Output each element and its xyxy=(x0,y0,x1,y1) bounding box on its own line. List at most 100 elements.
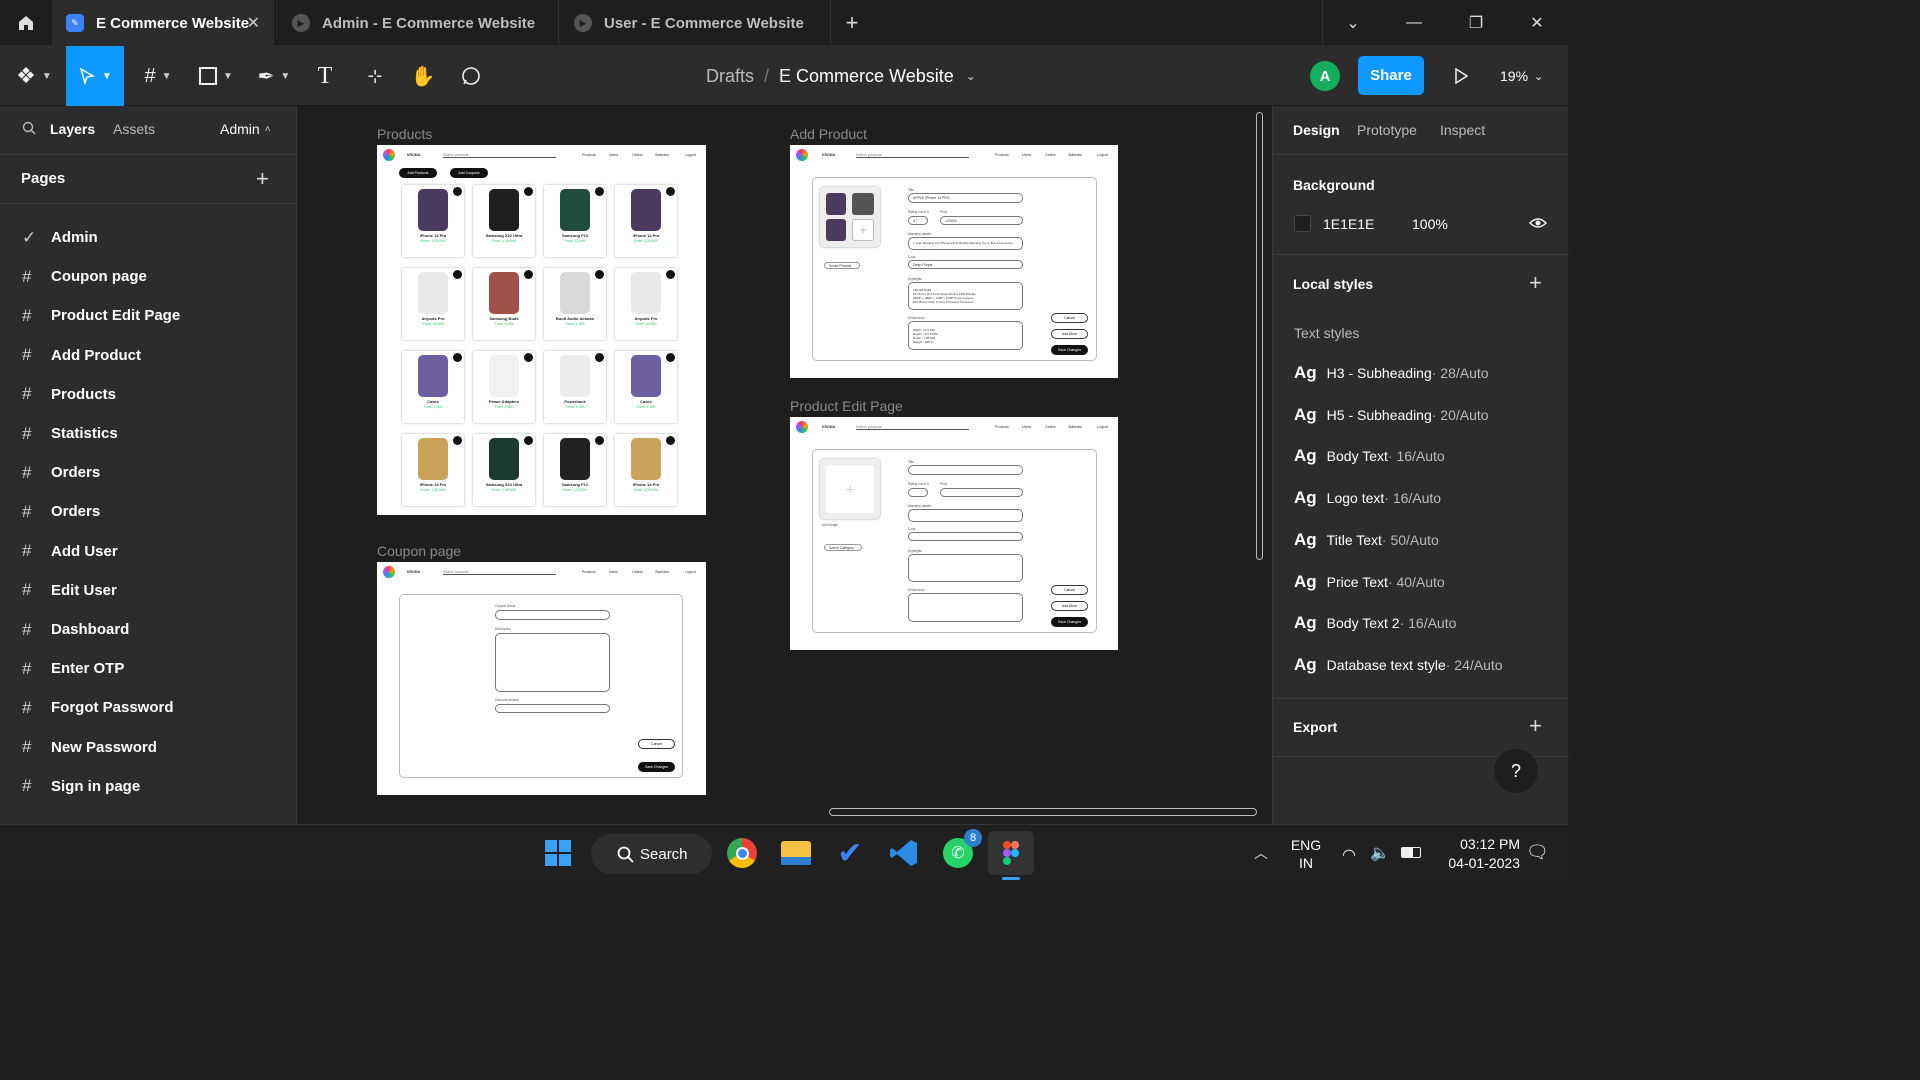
page-item[interactable]: # Product Edit Page xyxy=(0,296,296,335)
chrome-icon[interactable] xyxy=(722,833,762,873)
page-item[interactable]: # Orders xyxy=(0,492,296,531)
text-style-item[interactable]: Ag Logo text · 16/Auto xyxy=(1294,488,1441,508)
tab-prototype[interactable]: Prototype xyxy=(1357,122,1417,138)
page-switcher[interactable]: Admin ˄ xyxy=(220,121,271,137)
tab-user[interactable]: ▶ User - E Commerce Website xyxy=(560,0,830,46)
text-style-item[interactable]: Ag Body Text 2 · 16/Auto xyxy=(1294,613,1456,633)
frame-product-edit[interactable]: KROMA Search products Products Users Ord… xyxy=(790,417,1118,650)
frame-label-coupon[interactable]: Coupon page xyxy=(377,543,461,559)
zoom-dropdown[interactable]: 19% ⌄ xyxy=(1500,46,1543,106)
hand-tool-button[interactable]: ✋ xyxy=(404,46,442,106)
background-swatch[interactable] xyxy=(1294,215,1311,232)
windows-start-icon[interactable] xyxy=(538,833,578,873)
tab-inspect[interactable]: Inspect xyxy=(1440,122,1485,138)
language-indicator[interactable]: ENG IN xyxy=(1290,836,1322,872)
frame-add-product[interactable]: KROMA Search products Products Users Ord… xyxy=(790,145,1118,378)
wifi-icon[interactable]: ◠ xyxy=(1342,845,1356,865)
coupon-save-button: Save Changes xyxy=(638,762,675,772)
page-item[interactable]: # Dashboard xyxy=(0,610,296,649)
pen-tool-button[interactable]: ✒ ▼ xyxy=(248,46,300,106)
add-style-plus-icon[interactable]: + xyxy=(1529,270,1542,296)
frame-products[interactable]: KROMA Search products Products Users Ord… xyxy=(377,145,706,515)
add-page-plus-icon[interactable]: + xyxy=(256,166,269,192)
close-tab-icon[interactable]: ✕ xyxy=(247,13,260,33)
text-style-item[interactable]: Ag H3 - Subheading · 28/Auto xyxy=(1294,363,1489,383)
tab-e-commerce-website[interactable]: ✎ E Commerce Website ✕ xyxy=(52,0,274,46)
page-item[interactable]: # Products xyxy=(0,375,296,414)
frame-label-product-edit[interactable]: Product Edit Page xyxy=(790,398,903,414)
figma-app-icon[interactable] xyxy=(988,831,1034,875)
main-menu-button[interactable]: ❖ ▼ xyxy=(6,46,62,106)
share-button[interactable]: Share xyxy=(1358,56,1424,95)
chevron-down-icon[interactable]: ⌄ xyxy=(966,69,976,83)
whatsapp-icon[interactable]: ✆ 8 xyxy=(938,829,982,873)
canvas[interactable]: Products KROMA Search products Products … xyxy=(297,106,1272,824)
page-item[interactable]: # Enter OTP xyxy=(0,649,296,688)
product-name: Cases xyxy=(640,399,652,404)
file-explorer-icon[interactable] xyxy=(776,833,816,873)
add-export-plus-icon[interactable]: + xyxy=(1529,713,1542,739)
page-item[interactable]: # Add Product xyxy=(0,336,296,375)
frame-coupon[interactable]: KROMA Search products Products Users Ord… xyxy=(377,562,706,795)
search-icon[interactable] xyxy=(22,121,36,138)
eye-icon[interactable] xyxy=(1528,216,1548,235)
help-button[interactable]: ? xyxy=(1494,749,1538,793)
mini-nav-link: Orders xyxy=(632,153,643,157)
page-item[interactable]: # Edit User xyxy=(0,571,296,610)
language-code: ENG xyxy=(1290,837,1322,853)
chevron-up-icon[interactable]: ︿ xyxy=(1254,843,1268,863)
present-play-icon[interactable] xyxy=(1448,46,1474,106)
file-name[interactable]: E Commerce Website xyxy=(779,66,954,87)
home-icon[interactable] xyxy=(0,0,52,46)
highlight-line: A16 Bionic Chip, 6 Core Processor Proces… xyxy=(913,300,974,304)
battery-icon[interactable] xyxy=(1401,847,1421,858)
frame-tool-button[interactable]: # ▼ xyxy=(132,46,184,106)
shape-tool-button[interactable]: ▼ xyxy=(190,46,242,106)
clock[interactable]: 03:12 PM 04-01-2023 xyxy=(1436,835,1520,873)
breadcrumb-drafts[interactable]: Drafts xyxy=(706,66,754,87)
move-tool-button[interactable]: ▼ xyxy=(66,46,124,106)
horizontal-scrollbar[interactable] xyxy=(829,808,1257,816)
text-style-item[interactable]: Ag Database text style · 24/Auto xyxy=(1294,655,1503,675)
vertical-scrollbar[interactable] xyxy=(1256,112,1263,560)
page-item[interactable]: # Orders xyxy=(0,453,296,492)
close-window-icon[interactable]: ✕ xyxy=(1507,0,1567,46)
page-item[interactable]: # Add User xyxy=(0,532,296,571)
text-tool-button[interactable]: T xyxy=(306,46,344,106)
background-opacity[interactable]: 100% xyxy=(1412,216,1448,232)
page-item[interactable]: # Coupon page xyxy=(0,257,296,296)
tab-design[interactable]: Design xyxy=(1293,122,1340,138)
resources-button[interactable]: ⊹ xyxy=(356,46,394,106)
tab-admin[interactable]: ▶ Admin - E Commerce Website xyxy=(278,0,558,46)
avatar[interactable]: A xyxy=(1310,61,1340,91)
rectangle-icon xyxy=(199,67,218,85)
restore-icon[interactable]: ❐ xyxy=(1446,0,1506,46)
volume-icon[interactable]: 🔈 xyxy=(1370,843,1390,863)
page-item[interactable]: ✓ Admin xyxy=(0,218,296,257)
text-style-item[interactable]: Ag Title Text · 50/Auto xyxy=(1294,530,1439,550)
page-item[interactable]: # New Password xyxy=(0,728,296,767)
minimize-icon[interactable]: — xyxy=(1384,0,1444,46)
page-item[interactable]: # Forgot Password xyxy=(0,688,296,727)
tab-list-chevron-icon[interactable]: ⌄ xyxy=(1323,0,1383,46)
notification-icon[interactable]: 🗨 xyxy=(1526,842,1549,863)
vscode-icon[interactable] xyxy=(884,833,924,873)
edit-pencil-icon xyxy=(595,353,604,362)
todo-check-icon[interactable]: ✔ xyxy=(830,833,870,873)
mini-navbar: KROMA Search products Products Users Ord… xyxy=(790,417,1118,435)
comment-tool-button[interactable] xyxy=(452,46,490,106)
text-style-item[interactable]: Ag Body Text · 16/Auto xyxy=(1294,446,1445,466)
background-hex[interactable]: 1E1E1E xyxy=(1323,216,1374,232)
frame-label-products[interactable]: Products xyxy=(377,126,432,142)
frame-label-add-product[interactable]: Add Product xyxy=(790,126,867,142)
text-style-item[interactable]: Ag Price Text · 40/Auto xyxy=(1294,572,1445,592)
taskbar-search[interactable]: Search xyxy=(591,834,712,874)
new-tab-plus-icon[interactable]: + xyxy=(836,0,868,46)
text-style-item[interactable]: Ag H5 - Subheading · 20/Auto xyxy=(1294,405,1489,425)
page-item[interactable]: # Statistics xyxy=(0,414,296,453)
tab-assets[interactable]: Assets xyxy=(113,121,155,137)
page-item[interactable]: # Sign in page xyxy=(0,767,296,806)
tab-layers[interactable]: Layers xyxy=(50,121,95,137)
text-style-name: Database text style xyxy=(1326,656,1446,673)
prototype-play-icon: ▶ xyxy=(292,14,310,32)
